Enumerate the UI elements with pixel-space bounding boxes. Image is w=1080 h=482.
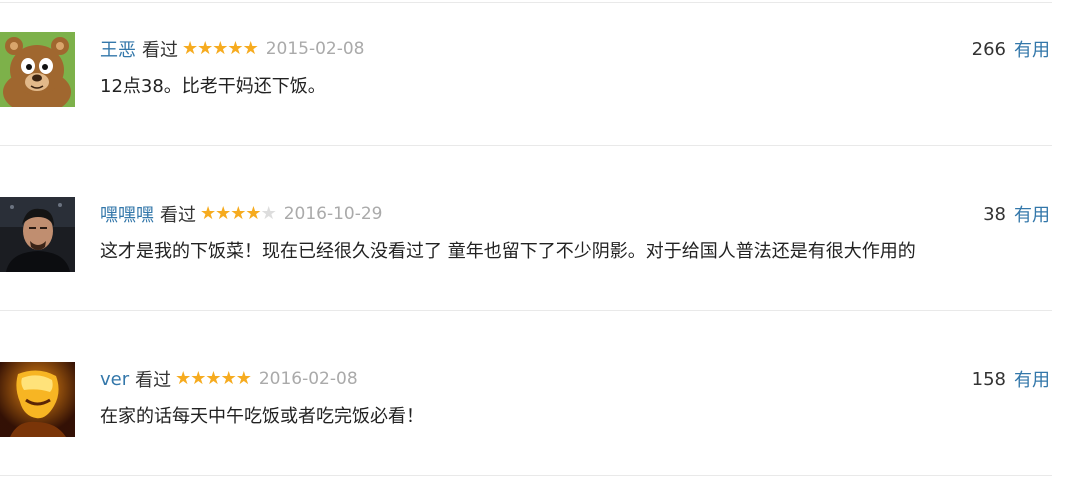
review-list: 王恶 看过 ★ ★ ★ ★ ★ 2015-02-08 266 有用 12点38。比老干妈… bbox=[0, 0, 1080, 478]
star-full-icon: ★ bbox=[200, 203, 216, 224]
star-full-icon: ★ bbox=[245, 203, 261, 224]
review-item: 嘿嘿嘿 看过 ★ ★ ★ ★ ★ 2016-10-29 38 有用 这才是我的下饭菜！现… bbox=[0, 197, 1080, 317]
divider bbox=[0, 145, 1052, 146]
vote-area: 266 有用 bbox=[972, 32, 1050, 66]
review-item: 王恶 看过 ★ ★ ★ ★ ★ 2015-02-08 266 有用 12点38。比老干妈… bbox=[0, 32, 1080, 152]
star-empty-icon: ★ bbox=[260, 203, 277, 224]
divider bbox=[0, 310, 1052, 311]
watched-label: 看过 bbox=[160, 205, 196, 226]
review-meta: 嘿嘿嘿 看过 ★ ★ ★ ★ ★ 2016-10-29 bbox=[100, 197, 383, 231]
review-comment: 这才是我的下饭菜！现在已经很久没看过了 童年也留下了不少阴影。对于给国人普法还是… bbox=[100, 241, 916, 262]
useful-button[interactable]: 有用 bbox=[1014, 201, 1050, 227]
watched-label: 看过 bbox=[142, 40, 178, 61]
review-item: ver 看过 ★ ★ ★ ★ ★ 2016-02-08 158 有用 在家的话每天中午吃… bbox=[0, 362, 1080, 482]
star-full-icon: ★ bbox=[197, 38, 213, 59]
star-full-icon: ★ bbox=[205, 368, 221, 389]
username-link[interactable]: 王恶 bbox=[100, 36, 136, 62]
vote-area: 38 有用 bbox=[983, 197, 1050, 231]
star-full-icon: ★ bbox=[242, 38, 259, 59]
cartoon-bear-avatar[interactable] bbox=[0, 32, 75, 107]
review-comment: 在家的话每天中午吃饭或者吃完饭必看！ bbox=[100, 406, 424, 427]
star-full-icon: ★ bbox=[235, 368, 252, 389]
star-full-icon: ★ bbox=[220, 368, 237, 389]
rating-stars: ★ ★ ★ ★ ★ bbox=[200, 203, 277, 224]
star-full-icon: ★ bbox=[227, 38, 243, 59]
vote-count: 266 bbox=[971, 38, 1006, 60]
review-date: 2015-02-08 bbox=[265, 39, 365, 59]
rating-stars: ★ ★ ★ ★ ★ bbox=[175, 368, 252, 389]
glowing-figure-avatar[interactable] bbox=[0, 362, 75, 437]
review-comment: 12点38。比老干妈还下饭。 bbox=[100, 76, 326, 97]
man-portrait-avatar[interactable] bbox=[0, 197, 75, 272]
watched-label: 看过 bbox=[135, 370, 172, 391]
useful-button[interactable]: 有用 bbox=[1014, 366, 1050, 392]
vote-area: 158 有用 bbox=[972, 362, 1050, 396]
vote-count: 38 bbox=[983, 203, 1006, 225]
vote-count: 158 bbox=[971, 368, 1006, 390]
star-full-icon: ★ bbox=[215, 203, 231, 224]
divider bbox=[0, 475, 1052, 476]
useful-button[interactable]: 有用 bbox=[1014, 36, 1050, 62]
username-link[interactable]: ver bbox=[100, 369, 129, 390]
review-date: 2016-10-29 bbox=[283, 204, 383, 224]
star-full-icon: ★ bbox=[175, 368, 191, 389]
star-full-icon: ★ bbox=[182, 38, 198, 59]
star-full-icon: ★ bbox=[212, 38, 228, 59]
star-full-icon: ★ bbox=[190, 368, 206, 389]
review-date: 2016-02-08 bbox=[258, 369, 358, 389]
divider bbox=[0, 2, 1052, 3]
star-full-icon: ★ bbox=[230, 203, 246, 224]
review-meta: 王恶 看过 ★ ★ ★ ★ ★ 2015-02-08 bbox=[100, 32, 365, 66]
rating-stars: ★ ★ ★ ★ ★ bbox=[182, 38, 259, 59]
username-link[interactable]: 嘿嘿嘿 bbox=[100, 201, 154, 227]
review-meta: ver 看过 ★ ★ ★ ★ ★ 2016-02-08 bbox=[100, 362, 358, 396]
